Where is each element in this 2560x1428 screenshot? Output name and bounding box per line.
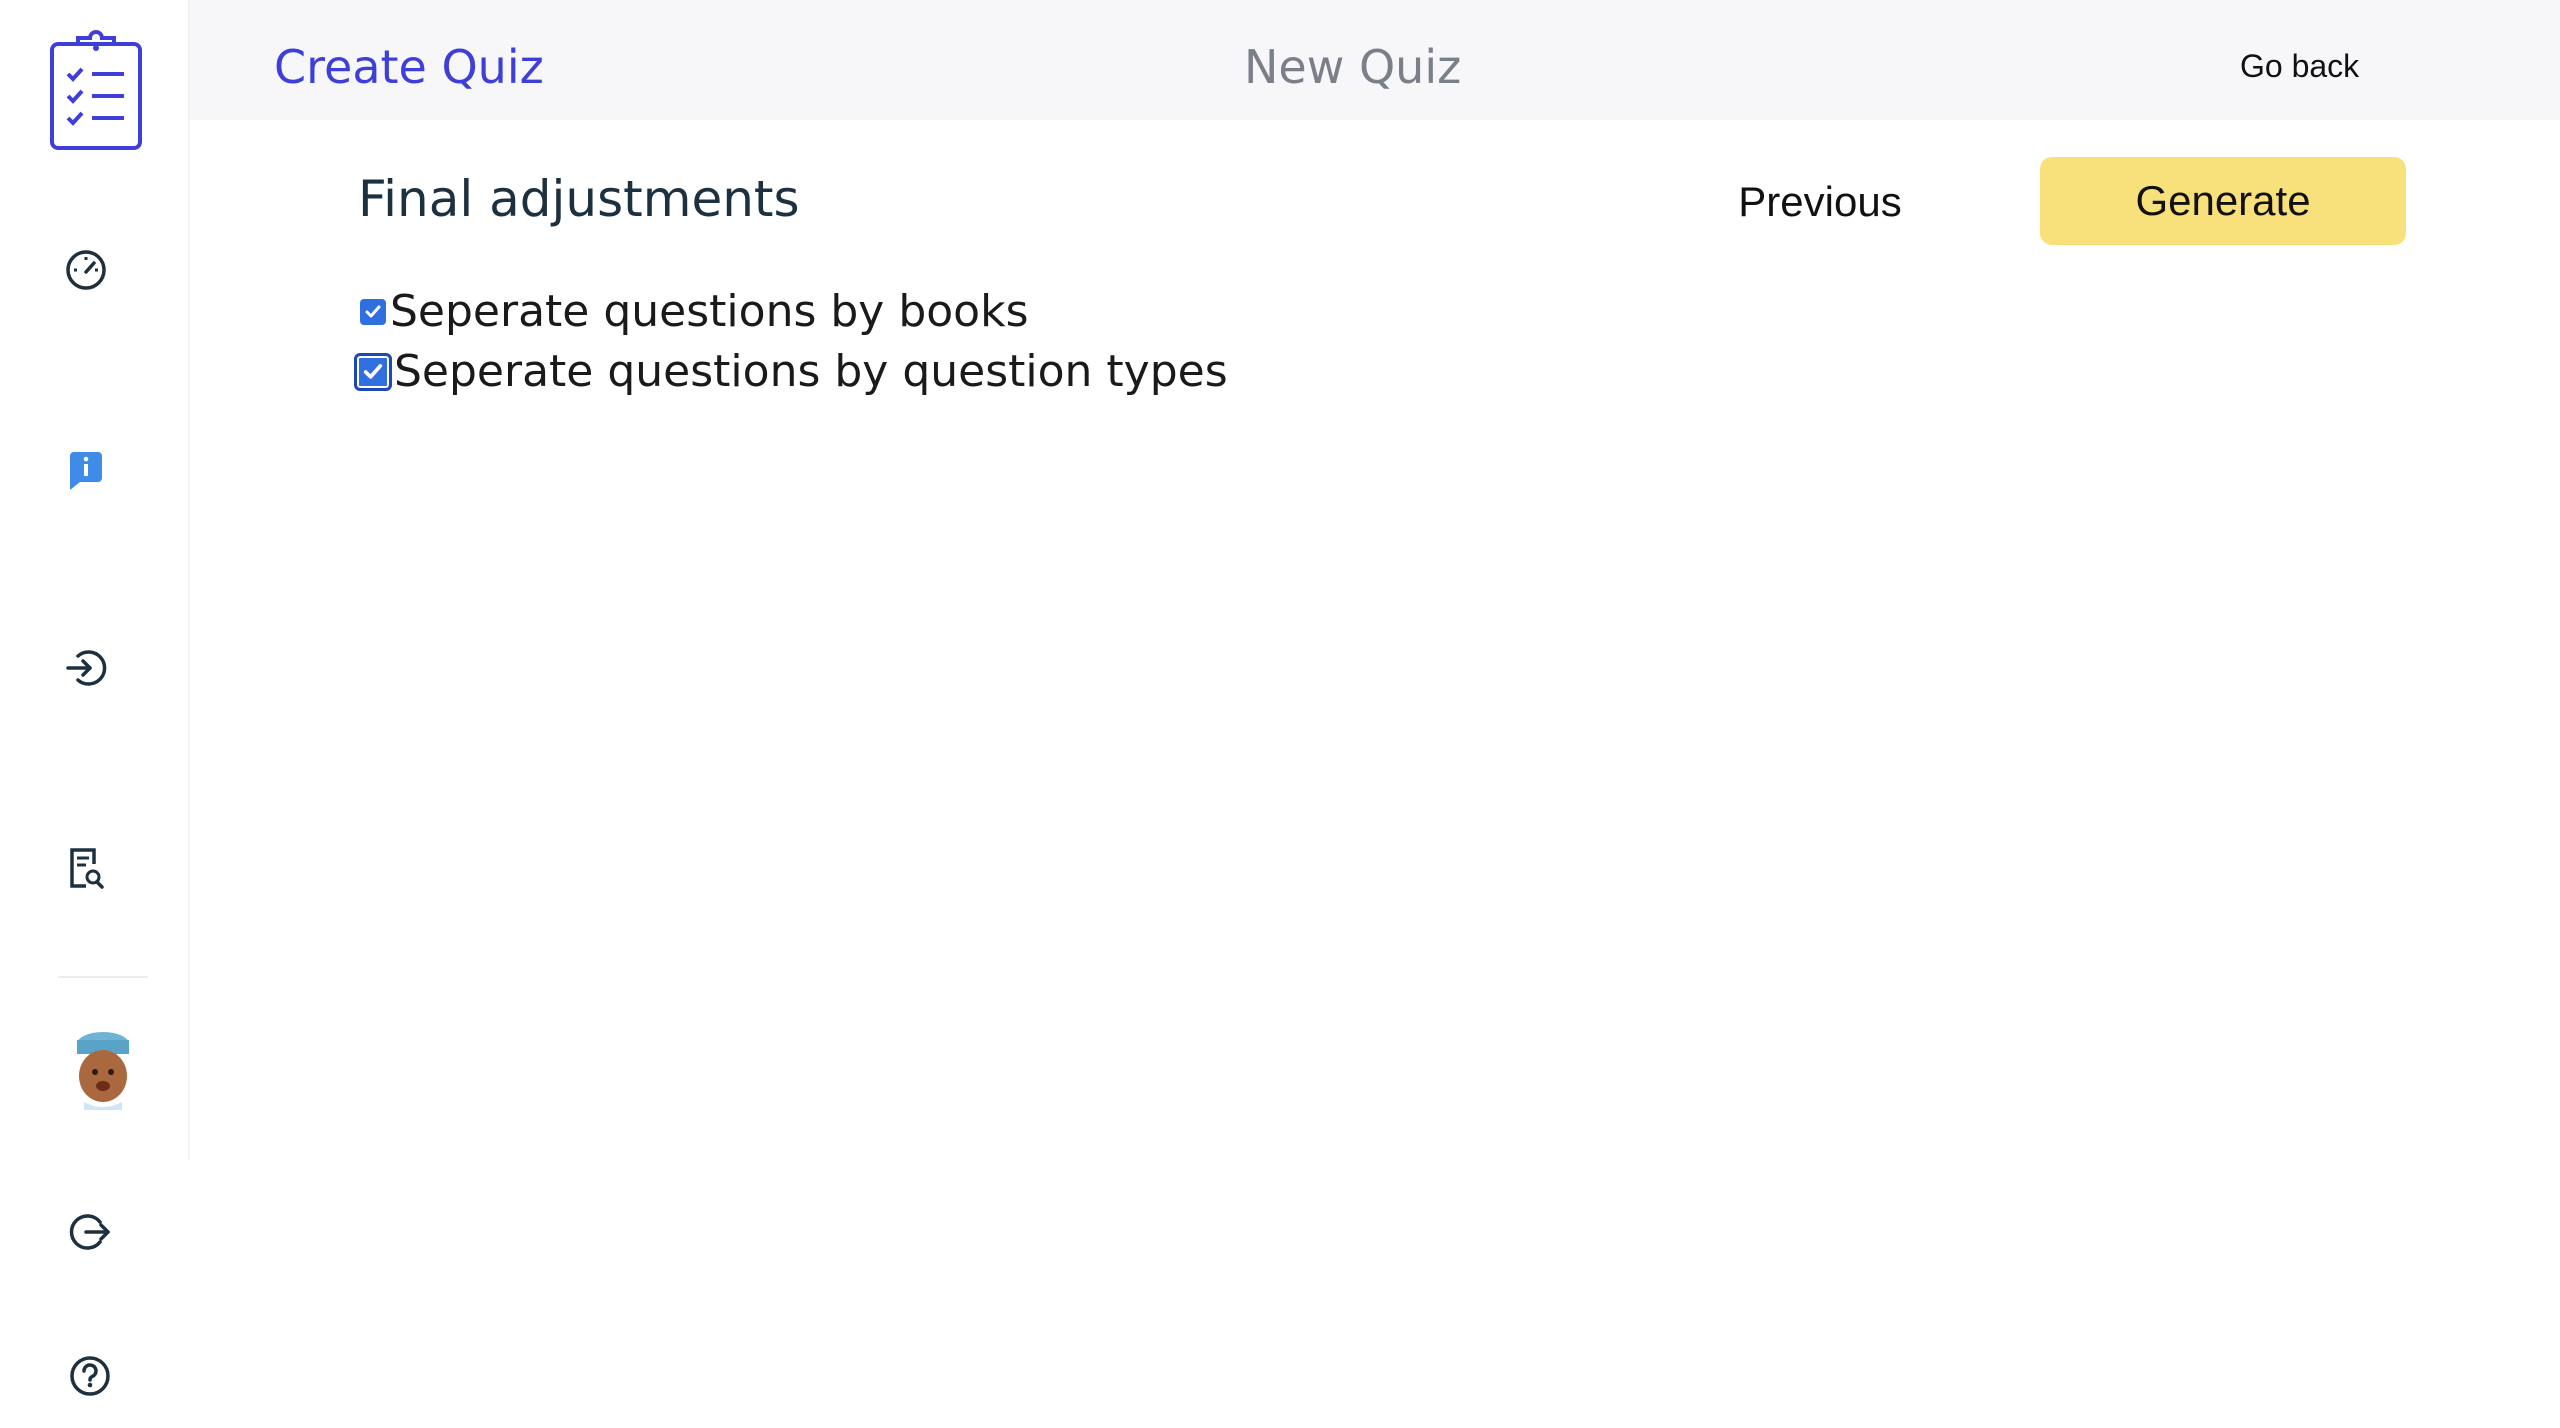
checkmark-icon — [365, 305, 381, 317]
option-label: Seperate questions by question types — [394, 346, 1228, 397]
user-avatar[interactable] — [70, 1030, 136, 1110]
logout-icon[interactable] — [64, 1206, 116, 1258]
option-label: Seperate questions by books — [390, 286, 1029, 337]
go-back-button[interactable]: Go back — [2240, 48, 2359, 85]
question-types-checkbox[interactable] — [354, 352, 392, 391]
top-header: Create Quiz New Quiz Go back — [190, 0, 2560, 120]
report-search-icon[interactable] — [60, 842, 112, 894]
books-checkbox[interactable] — [360, 298, 386, 325]
generate-button[interactable]: Generate — [2040, 157, 2406, 245]
quiz-name-title: New Quiz — [1244, 40, 1462, 94]
page-title: Create Quiz — [274, 40, 544, 94]
option-separate-by-question-types[interactable]: Seperate questions by question types — [354, 346, 1228, 397]
checkmark-icon — [363, 363, 383, 379]
help-icon[interactable] — [64, 1350, 116, 1402]
section-title: Final adjustments — [358, 170, 800, 228]
dashboard-gauge-icon[interactable] — [60, 244, 112, 296]
option-separate-by-books[interactable]: Seperate questions by books — [360, 286, 1029, 337]
sidebar — [0, 0, 190, 1396]
info-chat-icon[interactable] — [60, 444, 112, 496]
clipboard-checklist-icon[interactable] — [46, 26, 146, 154]
previous-button[interactable]: Previous — [1700, 162, 1940, 242]
login-icon[interactable] — [60, 642, 112, 694]
sidebar-divider — [58, 976, 148, 978]
